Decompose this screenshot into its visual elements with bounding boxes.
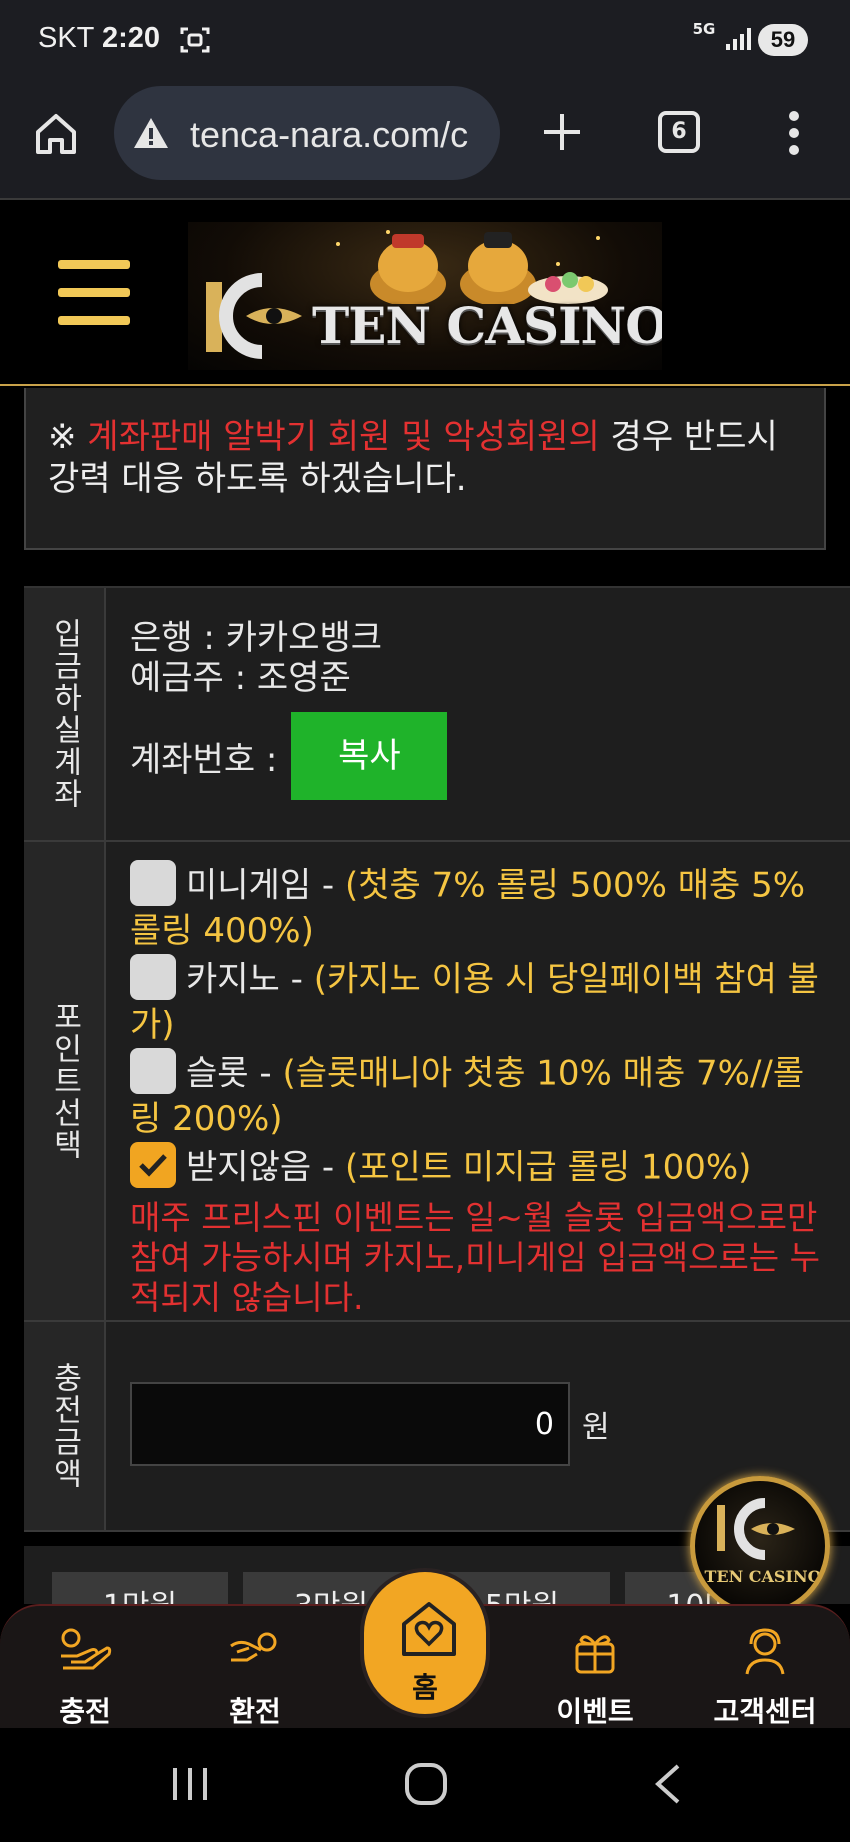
home-icon[interactable] [34, 112, 78, 156]
screenshot-icon [180, 27, 210, 53]
account-header: 입금하실계좌 [24, 588, 106, 840]
nav-charge-label: 충전 [59, 1695, 111, 1728]
checkbox[interactable] [130, 954, 176, 1000]
copy-button[interactable]: 복사 [291, 712, 448, 800]
site-header: TEN CASINO [0, 202, 850, 386]
amount-unit: 원 [582, 1410, 610, 1445]
point-header-label: 포인트선택 [47, 1001, 82, 1161]
system-home-icon[interactable] [404, 1762, 448, 1806]
option-detail: (포인트 미지급 롤링 100%) [345, 1147, 752, 1188]
deposit-form: 입금하실계좌 은행 : 카카오뱅크 예금주 : 조영준 계좌번호 : 복사 포인… [24, 586, 850, 1532]
back-icon[interactable] [652, 1762, 682, 1806]
nav-event-label: 이벤트 [556, 1695, 634, 1728]
notice-prefix: ※ [48, 417, 88, 457]
new-tab-icon[interactable] [540, 110, 584, 154]
nav-support-label: 고객센터 [713, 1695, 817, 1728]
tab-switcher-button[interactable]: 6 [658, 111, 700, 153]
account-row: 입금하실계좌 은행 : 카카오뱅크 예금주 : 조영준 계좌번호 : 복사 [24, 588, 850, 842]
checkbox[interactable] [130, 1048, 176, 1094]
deposit-hand-icon [61, 1628, 112, 1670]
account-number-row: 계좌번호 : 복사 [130, 712, 826, 800]
nav-home-button[interactable]: 홈 [360, 1568, 490, 1718]
warning-icon[interactable] [132, 116, 170, 150]
withdraw-hand-icon [230, 1632, 277, 1662]
battery-indicator: 59 [758, 24, 808, 56]
site-logo[interactable]: TEN CASINO [188, 222, 662, 370]
status-bar: SKT 2:20 5G 59 [0, 0, 850, 80]
checkmark-icon [139, 1154, 167, 1177]
bank-name: 은행 : 카카오뱅크 [130, 618, 383, 658]
point-option-none[interactable]: 받지않음 - (포인트 미지급 롤링 100%) [130, 1142, 826, 1192]
option-name: 받지않음 - [186, 1147, 346, 1188]
nav-exchange-label: 환전 [229, 1695, 281, 1728]
recent-apps-icon[interactable] [170, 1766, 210, 1802]
address-bar[interactable]: tenca-nara.com/c [114, 86, 500, 180]
nav-home-label: 홈 [412, 1671, 438, 1704]
headset-icon [745, 1628, 785, 1675]
option-name: 슬롯 - [186, 1053, 283, 1094]
deposit-page: ※ 계좌판매 알박기 회원 및 악성회원의 경우 반드시 강력 대응 하도록 하… [0, 388, 850, 1604]
logo-text: TEN CASINO [312, 296, 662, 355]
quick-amount-button[interactable]: 1만원 [52, 1572, 228, 1604]
floating-logo-text: TEN CASINO [704, 1567, 822, 1586]
hamburger-menu-icon[interactable] [58, 260, 130, 326]
amount-input[interactable] [130, 1382, 570, 1466]
floating-logo-button[interactable]: TEN CASINO [690, 1476, 830, 1616]
logo-emblem-icon [206, 273, 302, 359]
checkbox-checked[interactable] [130, 1142, 176, 1188]
warning-notice: ※ 계좌판매 알박기 회원 및 악성회원의 경우 반드시 강력 대응 하도록 하… [24, 388, 826, 550]
option-name: 미니게임 - [186, 865, 346, 906]
browser-toolbar: tenca-nara.com/c 6 [0, 80, 850, 200]
amount-header-label: 충전금액 [47, 1362, 82, 1490]
system-nav-bar [0, 1728, 850, 1842]
nav-event[interactable]: 이벤트 [530, 1626, 660, 1730]
carrier-label: SKT [38, 22, 95, 54]
account-info: 은행 : 카카오뱅크 예금주 : 조영준 계좌번호 : 복사 [106, 588, 850, 840]
clock: 2:20 [102, 22, 161, 54]
more-menu-icon[interactable] [780, 110, 808, 156]
network-5g-icon: 5G [692, 20, 716, 38]
point-select-row: 포인트선택 미니게임 - (첫충 7% 롤링 500% 매충 5% 롤링 400… [24, 842, 850, 1322]
mascot-illustration [336, 230, 608, 304]
nav-charge[interactable]: 충전 [20, 1626, 150, 1730]
account-header-label: 입금하실계좌 [47, 618, 82, 810]
point-option-slot[interactable]: 슬롯 - (슬롯매니아 첫충 10% 매충 7%//롤링 200%) [130, 1048, 826, 1140]
home-heart-icon [402, 1602, 456, 1656]
account-number-label: 계좌번호 : [130, 739, 278, 780]
option-name: 카지노 - [186, 959, 314, 1000]
checkbox[interactable] [130, 860, 176, 906]
point-option-casino[interactable]: 카지노 - (카지노 이용 시 당일페이백 참여 불가) [130, 954, 826, 1046]
url-text[interactable]: tenca-nara.com/c [190, 114, 468, 156]
signal-icon [726, 28, 751, 50]
notice-highlight: 계좌판매 알박기 회원 및 악성회원의 [87, 417, 600, 457]
point-header: 포인트선택 [24, 842, 106, 1320]
freespin-note: 매주 프리스핀 이벤트는 일~월 슬롯 입금액으로만 참여 가능하시며 카지노,… [130, 1198, 821, 1317]
gift-icon [575, 1635, 615, 1674]
nav-support[interactable]: 고객센터 [700, 1626, 830, 1730]
point-option-minigame[interactable]: 미니게임 - (첫충 7% 롤링 500% 매충 5% 롤링 400%) [130, 860, 826, 952]
amount-input-wrap: 원 [130, 1382, 826, 1466]
point-options: 미니게임 - (첫충 7% 롤링 500% 매충 5% 롤링 400%) 카지노… [106, 842, 850, 1320]
nav-exchange[interactable]: 환전 [190, 1626, 320, 1730]
logo-emblem-icon [717, 1498, 795, 1560]
amount-header: 충전금액 [24, 1322, 106, 1530]
account-holder: 예금주 : 조영준 [130, 658, 351, 698]
